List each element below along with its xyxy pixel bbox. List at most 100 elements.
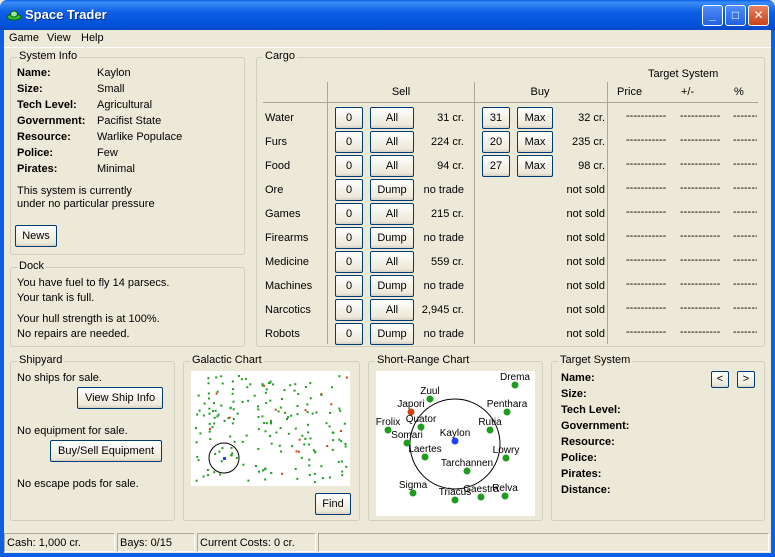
cargo-sell-qty-button[interactable]: 0 <box>335 323 363 345</box>
cargo-target-pct: ----------- <box>733 278 757 290</box>
minimize-button[interactable]: _ <box>702 5 723 26</box>
galaxy-star-icon <box>290 414 293 417</box>
find-button[interactable]: Find <box>315 493 351 515</box>
next-target-button[interactable]: > <box>737 371 755 388</box>
galaxy-star-icon <box>265 388 268 391</box>
galaxy-star-icon <box>307 431 310 434</box>
galaxy-star-icon <box>232 408 235 411</box>
galaxy-star-icon <box>289 384 292 387</box>
cargo-target-diff: ----------- <box>680 230 721 242</box>
maximize-button[interactable]: □ <box>725 5 746 26</box>
system-info-value: Few <box>97 147 118 159</box>
target-system-label: Police: <box>561 452 598 464</box>
system-label: Frolix <box>376 417 400 428</box>
cargo-sell-qty-button[interactable]: 0 <box>335 131 363 153</box>
cargo-buy-qty-button[interactable]: 27 <box>482 155 510 177</box>
galaxy-star-icon <box>257 408 260 411</box>
galaxy-star-icon <box>232 400 235 403</box>
cargo-divider-2 <box>474 82 475 344</box>
cargo-target-price: ----------- <box>626 326 667 338</box>
title-bar[interactable] <box>0 0 775 30</box>
system-info-value: Small <box>97 83 125 95</box>
galaxy-star-icon <box>308 473 311 476</box>
galaxy-star-icon <box>208 422 211 425</box>
cargo-buy-qty-button[interactable]: 20 <box>482 131 510 153</box>
galaxy-star-icon <box>233 440 236 443</box>
galaxy-star-icon <box>213 422 216 425</box>
system-label: Lowry <box>493 445 520 456</box>
short-range-chart-map[interactable]: Drema Zuul Japori Penthara Quator Frolix Rutia… <box>376 371 535 516</box>
galaxy-star-icon <box>220 460 223 463</box>
cargo-sell-qty-button[interactable]: 0 <box>335 299 363 321</box>
galaxy-star-icon <box>261 383 264 386</box>
galaxy-star-icon <box>275 431 278 434</box>
menu-help[interactable]: Help <box>81 32 104 44</box>
galaxy-star-icon <box>344 445 347 448</box>
menu-game[interactable]: Game <box>9 32 39 44</box>
cargo-sell-price: 2,945 cr. <box>421 304 464 316</box>
menu-view[interactable]: View <box>47 32 71 44</box>
cargo-target-price: ----------- <box>626 278 667 290</box>
cargo-sell-qty-button[interactable]: 0 <box>335 155 363 177</box>
cargo-sell-all-button[interactable]: Dump <box>370 179 414 201</box>
galaxy-star-icon <box>254 465 257 467</box>
galaxy-star-icon <box>330 386 333 389</box>
galaxy-star-icon <box>303 443 306 446</box>
galaxy-star-icon <box>215 392 218 395</box>
cargo-sell-qty-button[interactable]: 0 <box>335 275 363 297</box>
cargo-sell-qty-button[interactable]: 0 <box>335 251 363 273</box>
cargo-pct-header: % <box>734 86 744 98</box>
galaxy-star-icon <box>308 464 311 467</box>
news-button[interactable]: News <box>15 225 57 247</box>
galaxy-star-icon <box>264 467 267 470</box>
cargo-sell-qty-button[interactable]: 0 <box>335 203 363 225</box>
current-system-marker <box>223 457 226 460</box>
cargo-target-diff: ----------- <box>680 134 721 146</box>
galactic-chart-map[interactable] <box>191 371 350 486</box>
cargo-buy-price: not sold <box>566 280 605 292</box>
cargo-sell-qty-button[interactable]: 0 <box>335 227 363 249</box>
cargo-target-price: ----------- <box>626 134 667 146</box>
galaxy-star-icon <box>280 450 283 453</box>
cargo-sell-all-button[interactable]: Dump <box>370 323 414 345</box>
galaxy-star-icon <box>229 407 232 410</box>
cargo-sell-all-button[interactable]: All <box>370 203 414 225</box>
cargo-item-name: Firearms <box>265 232 309 244</box>
cargo-buy-price: not sold <box>566 208 605 220</box>
prev-target-button[interactable]: < <box>711 371 729 388</box>
galaxy-star-icon <box>232 388 234 391</box>
galaxy-star-icon <box>199 432 202 435</box>
cargo-sell-all-button[interactable]: Dump <box>370 275 414 297</box>
system-info-label: Tech Level: <box>17 99 77 111</box>
cargo-sell-qty-button[interactable]: 0 <box>335 179 363 201</box>
cargo-sell-all-button[interactable]: All <box>370 299 414 321</box>
galaxy-star-icon <box>257 416 260 418</box>
view-ship-info-button[interactable]: View Ship Info <box>77 387 163 409</box>
cargo-buy-price: 235 cr. <box>571 136 605 148</box>
cargo-sell-all-button[interactable]: All <box>370 131 414 153</box>
cargo-target-diff: ----------- <box>680 182 721 194</box>
window-frame-right <box>771 30 775 557</box>
galaxy-star-icon <box>261 415 264 418</box>
target-system-label: Distance: <box>561 484 611 496</box>
cargo-sell-all-button[interactable]: All <box>370 251 414 273</box>
cargo-sell-all-button[interactable]: All <box>370 107 414 129</box>
system-label: Quator <box>406 414 437 425</box>
cargo-sell-all-button[interactable]: All <box>370 155 414 177</box>
close-button[interactable]: ✕ <box>748 5 769 26</box>
galaxy-star-icon <box>207 382 210 385</box>
cargo-sell-qty-button[interactable]: 0 <box>335 107 363 129</box>
galaxy-star-icon <box>309 437 312 440</box>
cargo-buy-price: not sold <box>566 304 605 316</box>
cargo-buy-qty-button[interactable]: 31 <box>482 107 510 129</box>
galaxy-star-icon <box>270 472 273 474</box>
cargo-sell-all-button[interactable]: Dump <box>370 227 414 249</box>
cargo-header-divider <box>263 102 758 103</box>
galaxy-star-icon <box>284 411 287 414</box>
galaxy-star-icon <box>272 383 275 386</box>
cargo-sell-price: no trade <box>423 232 464 244</box>
galaxy-star-icon <box>197 394 200 397</box>
window-frame-bottom <box>0 553 775 557</box>
buy-sell-equipment-button[interactable]: Buy/Sell Equipment <box>50 440 162 462</box>
galaxy-star-icon <box>278 444 281 447</box>
